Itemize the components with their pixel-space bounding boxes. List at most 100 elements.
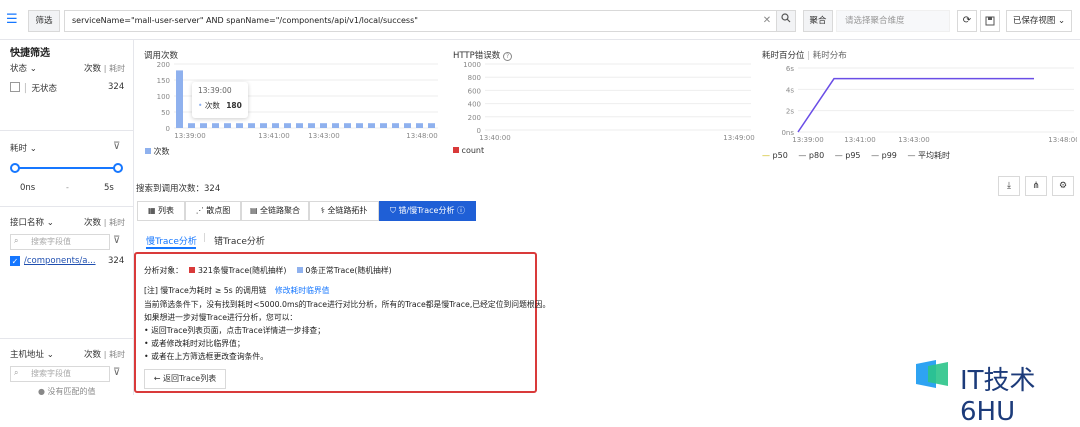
- bar: [272, 123, 279, 128]
- host-section-toggle[interactable]: 主机地址 ⌄: [10, 348, 54, 360]
- duration-max: 5s: [104, 183, 114, 193]
- y-tick-label: 200: [468, 114, 481, 122]
- back-to-trace-list-button[interactable]: ← 返回Trace列表: [144, 369, 226, 389]
- api-checkbox[interactable]: ✓: [10, 256, 20, 266]
- clear-filter-icon[interactable]: ⊽: [113, 141, 120, 152]
- tab-aggregation[interactable]: ▤ 全链路聚合: [241, 201, 309, 221]
- latency-legend[interactable]: — p50 — p80 — p95 — p99 — 平均耗时: [762, 150, 950, 161]
- y-tick-label: 0: [166, 125, 170, 133]
- aggregate-select[interactable]: 请选择聚合维度: [836, 10, 950, 32]
- host-title: 主机地址: [10, 350, 45, 360]
- settings-button[interactable]: ⚙: [1052, 176, 1074, 196]
- subtab-underline: [146, 247, 196, 249]
- duration-column-label[interactable]: 耗时: [109, 64, 125, 73]
- search-button[interactable]: [776, 10, 796, 32]
- slider-handle-min[interactable]: [10, 163, 20, 173]
- bar: [188, 123, 195, 128]
- clear-filter-icon[interactable]: ⊽: [113, 235, 120, 246]
- threshold-note: [注] 慢Trace为耗时 ≥ 5s 的调用链 修改耗时临界值: [144, 286, 330, 295]
- modify-threshold-link[interactable]: 修改耗时临界值: [275, 286, 330, 295]
- menu-icon[interactable]: ☰: [6, 12, 22, 28]
- status-item-label: ▏无状态: [25, 84, 58, 94]
- bar: [332, 123, 339, 128]
- share-button[interactable]: ⋔: [1025, 176, 1047, 196]
- section-divider: [0, 206, 133, 207]
- x-tick-label: 13:39:00: [792, 136, 823, 144]
- calls-legend[interactable]: 次数: [145, 146, 170, 157]
- download-button[interactable]: ⤓: [998, 176, 1020, 196]
- bar: [308, 123, 315, 128]
- chevron-down-icon: ⌄: [1058, 16, 1066, 26]
- bar: [176, 70, 183, 128]
- y-tick-label: 50: [161, 109, 170, 117]
- count-column-label[interactable]: 次数: [84, 64, 101, 74]
- bar: [404, 123, 411, 128]
- bar: [260, 123, 267, 128]
- section-divider: [0, 338, 133, 339]
- chart-tooltip: 13:39:00 • 次数 180: [192, 82, 248, 118]
- count-column-label[interactable]: 次数: [84, 350, 101, 360]
- duration-column-label[interactable]: 耗时: [109, 218, 125, 227]
- tooltip-value: 180: [226, 101, 242, 110]
- bar: [236, 123, 243, 128]
- tab-scatter[interactable]: ⋰ 散点图: [185, 201, 241, 221]
- quick-filter-title: 快捷筛选: [10, 48, 50, 59]
- table-icon: ▦: [147, 206, 156, 215]
- query-input[interactable]: serviceName="mall-user-server" AND spanN…: [64, 10, 796, 32]
- search-icon: ⌕: [14, 368, 19, 377]
- bar: [248, 123, 255, 128]
- save-button[interactable]: [980, 10, 1000, 32]
- analysis-bullet: • 或者在上方筛选框更改查询条件。: [144, 352, 269, 361]
- gear-icon: ⚙: [1058, 181, 1068, 191]
- duration-section-toggle[interactable]: 耗时 ⌄: [10, 142, 37, 154]
- api-item-label[interactable]: /components/a...: [24, 256, 96, 266]
- help-icon: ⓘ: [457, 206, 465, 215]
- search-icon: [781, 13, 791, 23]
- chevron-down-icon: ⌄: [46, 218, 54, 228]
- subtab-error[interactable]: 错Trace分析: [214, 234, 265, 247]
- tab-slow-error-analysis[interactable]: ⛉ 错/慢Trace分析 ⓘ: [379, 201, 476, 221]
- tooltip-label: 次数: [204, 101, 220, 110]
- tab-list[interactable]: ▦ 列表: [137, 201, 185, 221]
- count-column-label[interactable]: 次数: [84, 218, 101, 228]
- subtab-slow[interactable]: 慢Trace分析: [146, 234, 197, 247]
- latency-line: [797, 77, 1034, 133]
- share-icon: ⋔: [1032, 181, 1040, 191]
- analysis-line-2: 如果想进一步对慢Trace进行分析，您可以：: [144, 313, 298, 322]
- filter-label: 筛选: [28, 10, 60, 32]
- arrow-left-icon: ←: [153, 374, 161, 383]
- section-divider: [0, 130, 133, 131]
- y-tick-label: 2s: [786, 108, 794, 116]
- clear-filter-icon[interactable]: ⊽: [113, 367, 120, 378]
- api-section-toggle[interactable]: 接口名称 ⌄: [10, 216, 54, 228]
- shield-icon: ⛉: [389, 206, 396, 215]
- status-section-toggle[interactable]: 状态 ⌄: [10, 62, 37, 74]
- saved-view-dropdown[interactable]: 已保存视图 ⌄: [1006, 10, 1072, 32]
- clear-icon[interactable]: ✕: [760, 10, 774, 32]
- status-checkbox[interactable]: [10, 82, 20, 92]
- y-tick-label: 400: [468, 101, 481, 109]
- calls-chart: 200 150 100 50 0 13:39:00 13:41:00 13:43:00 13:4…: [157, 61, 438, 140]
- normal-sample: 0条正常Trace(随机抽样): [305, 266, 392, 275]
- watermark-text: IT技术6HU: [960, 366, 1036, 427]
- x-tick-label: 13:43:00: [898, 136, 929, 144]
- errors-legend[interactable]: count: [453, 146, 484, 155]
- topology-icon: ⚕: [320, 206, 325, 215]
- refresh-button[interactable]: ⟳: [957, 10, 977, 32]
- aggregation-icon: ▤: [249, 206, 258, 215]
- host-search-input[interactable]: 搜索字段值: [10, 366, 110, 382]
- watermark-logo: [912, 360, 952, 388]
- latency-chart: 6s4s2s0ns13:39:00 13:41:00 13:43:00 13:48:0…: [781, 65, 1077, 144]
- duration-column-label[interactable]: 耗时: [109, 350, 125, 359]
- analysis-line-1: 当前筛选条件下，没有找到耗时<5000.0ms的Trace进行对比分析，所有的T…: [144, 300, 551, 309]
- aggregate-label: 聚合: [803, 10, 833, 32]
- duration-min: 0ns: [20, 183, 36, 193]
- slider-handle-max[interactable]: [113, 163, 123, 173]
- y-tick-label: 200: [157, 61, 170, 69]
- api-search-input[interactable]: 搜索字段值: [10, 234, 110, 250]
- tab-topology[interactable]: ⚕ 全链路拓扑: [309, 201, 379, 221]
- duration-slider-track[interactable]: [14, 167, 118, 169]
- status-item-count: 324: [108, 82, 125, 92]
- x-tick-label: 13:49:00: [723, 134, 754, 142]
- y-tick-label: 800: [468, 74, 481, 82]
